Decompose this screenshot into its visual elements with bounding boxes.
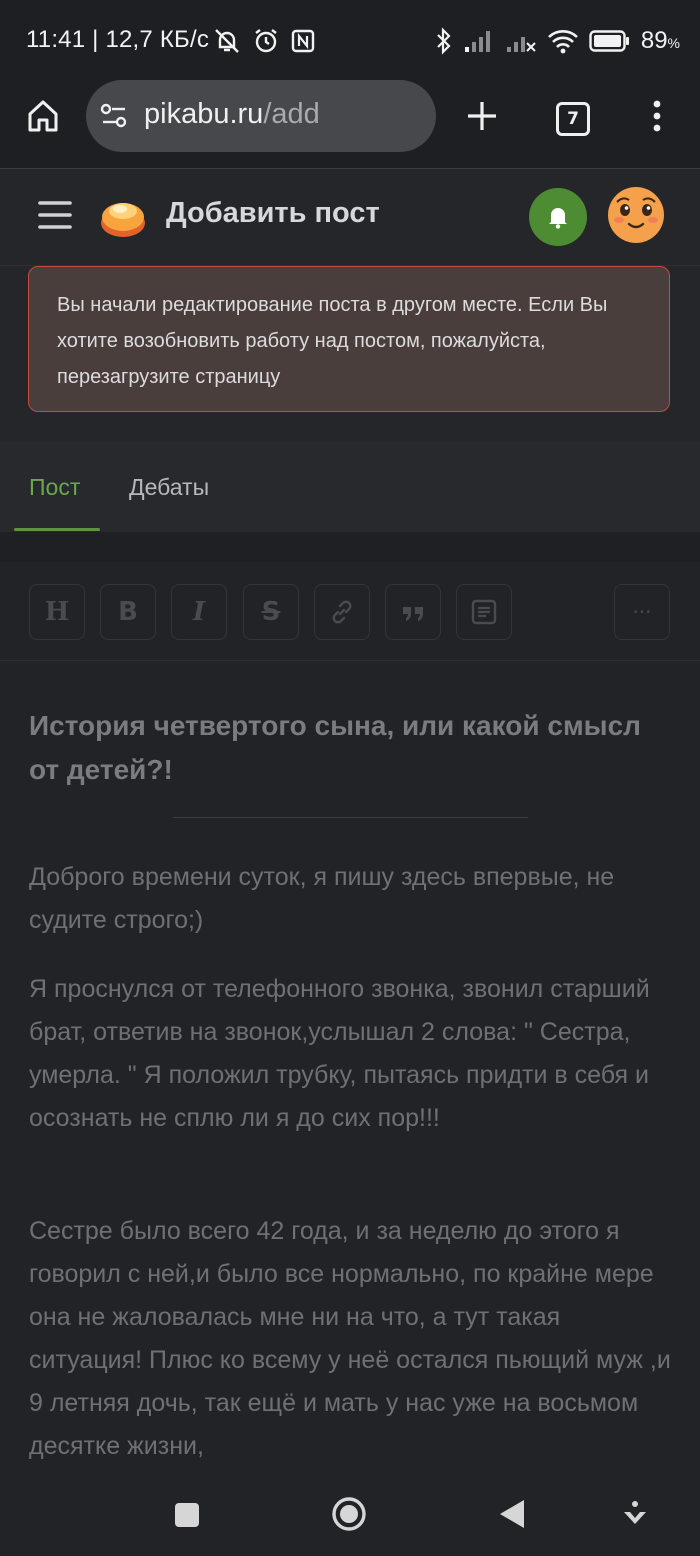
menu-dots-icon[interactable] xyxy=(650,100,664,134)
link-button[interactable] xyxy=(314,584,370,640)
nfc-icon xyxy=(291,29,315,53)
hide-keyboard-icon[interactable] xyxy=(622,1500,648,1528)
post-editor: H B I S ··· История четвертого сына, или… xyxy=(0,562,700,1556)
hamburger-menu-icon[interactable] xyxy=(38,199,72,231)
browser-toolbar: pikabu.ru/add 7 xyxy=(0,80,700,169)
system-nav-bar xyxy=(0,1472,700,1556)
url-bar[interactable]: pikabu.ru/add xyxy=(86,80,436,152)
bluetooth-icon xyxy=(437,27,451,55)
active-tab-indicator xyxy=(14,528,100,531)
alarm-icon xyxy=(255,29,277,53)
tab-debates[interactable]: Дебаты xyxy=(129,474,209,501)
page-title: Добавить пост xyxy=(166,197,380,229)
site-settings-icon[interactable] xyxy=(100,102,128,130)
url-text[interactable]: pikabu.ru/add xyxy=(144,98,320,131)
quote-button[interactable] xyxy=(385,584,441,640)
editing-conflict-alert: Вы начали редактирование поста в другом … xyxy=(28,266,670,412)
battery-percent: 89% xyxy=(640,27,680,54)
bold-button[interactable]: B xyxy=(100,584,156,640)
notice-section: Вы начали редактирование поста в другом … xyxy=(0,266,700,442)
recents-icon[interactable] xyxy=(174,1502,200,1528)
status-bar: 11:41 | 12,7 КБ/с 89% xyxy=(0,0,700,84)
mute-bell-icon xyxy=(215,29,239,53)
title-divider xyxy=(173,817,528,818)
post-paragraph[interactable]: Доброго времени суток, я пишу здесь впер… xyxy=(29,856,679,942)
heading-button[interactable]: H xyxy=(29,584,85,640)
back-icon[interactable] xyxy=(498,1498,526,1530)
signal-icon xyxy=(464,31,490,52)
site-header: Добавить пост xyxy=(0,169,700,266)
formatting-toolbar: H B I S ··· xyxy=(0,562,700,661)
bell-icon xyxy=(549,208,567,229)
status-right-icons: 89% xyxy=(435,26,680,56)
signal-off-icon xyxy=(506,37,536,52)
avatar[interactable] xyxy=(607,186,665,244)
status-time: 11:41 | 12,7 КБ/с xyxy=(26,26,210,53)
home-icon[interactable] xyxy=(26,98,60,134)
tab-switcher-button[interactable]: 7 xyxy=(556,102,590,136)
tab-post[interactable]: Пост xyxy=(29,474,80,501)
status-left-icons xyxy=(212,26,316,56)
post-paragraph[interactable]: Я проснулся от телефонного звонка, звони… xyxy=(29,968,679,1140)
post-type-tabs: Пост Дебаты xyxy=(0,442,700,532)
quote-icon xyxy=(403,607,423,621)
post-title[interactable]: История четвертого сына, или какой смысл… xyxy=(29,704,659,792)
italic-button[interactable]: I xyxy=(171,584,227,640)
text-block-button[interactable] xyxy=(456,584,512,640)
text-block-icon xyxy=(471,599,497,625)
pikabu-logo[interactable] xyxy=(98,193,148,241)
post-paragraph[interactable]: Сестре было всего 42 года, и за неделю д… xyxy=(29,1210,679,1468)
more-options-button[interactable]: ··· xyxy=(614,584,670,640)
notifications-button[interactable] xyxy=(529,188,587,246)
wifi-icon xyxy=(547,30,578,54)
alert-text: Вы начали редактирование поста в другом … xyxy=(57,294,608,388)
home-circle-icon[interactable] xyxy=(331,1496,367,1532)
link-icon xyxy=(332,600,352,624)
battery-icon xyxy=(589,30,629,52)
strikethrough-button[interactable]: S xyxy=(243,584,299,640)
new-tab-icon[interactable] xyxy=(466,100,498,132)
